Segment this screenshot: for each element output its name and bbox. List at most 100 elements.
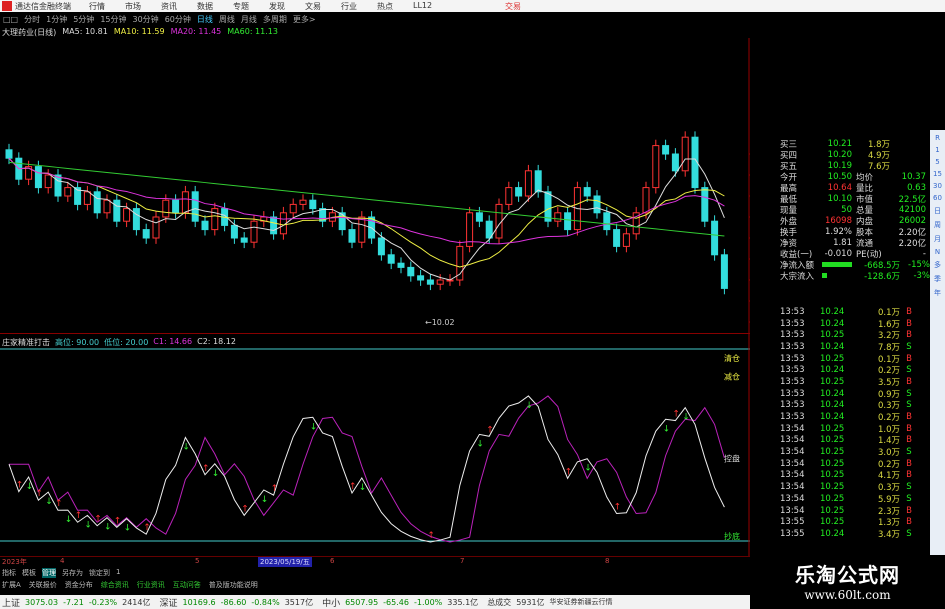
menu-item[interactable]: 行情: [89, 1, 105, 12]
menu-item[interactable]: 热点: [377, 1, 393, 12]
tick-side: B: [906, 412, 912, 423]
toolbar-button[interactable]: 季: [934, 274, 941, 284]
watermark-url: www.60lt.com: [804, 588, 891, 602]
fund-flow-row: 大宗流入 -128.6万 -3%: [780, 270, 930, 282]
menu-item[interactable]: 资讯: [161, 1, 177, 12]
toolbar-button[interactable]: 日: [934, 206, 941, 216]
period-tab[interactable]: 5分钟: [73, 14, 94, 25]
period-tab[interactable]: 分时: [24, 14, 40, 25]
indicator-tab[interactable]: 锁定到: [89, 568, 110, 578]
tick-price: 10.25: [820, 470, 845, 481]
tick-row: 13:53 10.24 0.1万 B: [780, 306, 930, 318]
indicator-name: 庄家精准打击: [2, 338, 50, 347]
toolbar-button[interactable]: 月: [934, 234, 941, 244]
tick-volume: 3.0万: [877, 448, 900, 459]
date-label: 2023/05/19/五: [258, 557, 312, 567]
quote-value: 42100: [898, 204, 926, 215]
candle: [103, 199, 111, 214]
period-tab[interactable]: 30分钟: [133, 14, 159, 25]
tick-volume: 3.2万: [877, 331, 900, 342]
indicator-tab[interactable]: 模板: [22, 568, 36, 578]
sell-arrow-icon: ↓: [359, 483, 367, 493]
candle: [701, 187, 709, 222]
sell-arrow-icon: ↓: [124, 524, 132, 534]
toolbar-button[interactable]: R: [935, 134, 940, 142]
period-tab[interactable]: 15分钟: [100, 14, 126, 25]
menu-item[interactable]: 数据: [197, 1, 213, 12]
period-bar: □□ 分时 1分钟 5分钟 15分钟 30分钟 60分钟 日线 周线 月线 多周期 更多>: [0, 13, 540, 25]
period-tab[interactable]: 60分钟: [165, 14, 191, 25]
indicator-tab[interactable]: 管理: [42, 568, 56, 578]
candle: [711, 220, 719, 256]
period-tab[interactable]: 月线: [241, 14, 257, 25]
tick-row: 13:54 10.25 4.1万 B: [780, 470, 930, 481]
bottom-tab[interactable]: 扩展A: [2, 580, 21, 591]
index-change: -7.21: [63, 597, 84, 607]
candle: [172, 199, 180, 214]
tick-price: 10.25: [820, 447, 845, 458]
tick-side: B: [906, 306, 912, 317]
bottom-tab[interactable]: 综合资讯: [101, 580, 129, 591]
candle: [338, 212, 346, 231]
indicator-tab[interactable]: 另存为: [62, 568, 83, 578]
tick-price: 10.24: [820, 388, 845, 399]
tick-time: 13:53: [780, 306, 805, 317]
toolbar-button[interactable]: 60: [933, 194, 942, 202]
tick-list[interactable]: 13:53 10.24 0.1万 B 13:53 10.24 1.6万 B 13:53 10.25…: [780, 306, 930, 540]
toolbar-button[interactable]: 1: [935, 146, 939, 154]
stock-name: 大理药业(日线): [2, 28, 57, 37]
candle: [132, 208, 140, 231]
menu-item[interactable]: 专题: [233, 1, 249, 12]
toolbar-button[interactable]: 15: [933, 170, 942, 178]
period-tab[interactable]: 周线: [219, 14, 235, 25]
toolbar-button[interactable]: N: [935, 248, 940, 256]
bottom-tab[interactable]: 普及版功能说明: [209, 580, 258, 591]
menu-item[interactable]: 行业: [341, 1, 357, 12]
period-tab[interactable]: 多周期: [263, 14, 287, 25]
toolbar-button[interactable]: 5: [935, 158, 939, 166]
toolbar-button[interactable]: 周: [934, 220, 941, 230]
period-tab[interactable]: □□: [3, 15, 18, 24]
candlestick-chart[interactable]: 12.0011.7511.5011.2511.0010.7510.5010.25…: [0, 38, 780, 333]
ma10-label: MA10: 11.59: [113, 27, 165, 36]
index-change: -65.46: [383, 597, 409, 607]
quote-value: 1.81: [833, 237, 852, 248]
menu-item[interactable]: 文易: [305, 1, 321, 12]
toolbar-button[interactable]: 30: [933, 182, 942, 190]
tick-row: 13:53 10.24 0.2万 S: [780, 364, 930, 376]
menu-item[interactable]: LL12: [413, 1, 432, 12]
bottom-tab[interactable]: 关联报价: [29, 580, 57, 591]
candle: [289, 203, 297, 214]
tick-side: S: [906, 482, 912, 493]
indicator-c2: C2: 18.12: [197, 337, 236, 346]
menu-item[interactable]: 市场: [125, 1, 141, 12]
bottom-tab[interactable]: 资金分布: [65, 580, 93, 591]
bottom-tab[interactable]: 行业资讯: [137, 580, 165, 591]
tick-side: B: [906, 376, 912, 387]
index-value: 3075.03: [25, 597, 59, 607]
candle: [230, 224, 238, 239]
quote-row: 最高 10.64 量比 0.63: [780, 182, 930, 194]
tick-side: S: [906, 493, 912, 504]
bottom-tab[interactable]: 互动问答: [173, 580, 201, 591]
tick-volume: 3.4万: [877, 529, 900, 540]
index-turnover: 335.1亿: [447, 597, 479, 607]
period-tab[interactable]: 日线: [197, 14, 213, 25]
tick-time: 13:54: [780, 458, 805, 469]
tick-time: 13:55: [780, 528, 805, 539]
tick-volume: 0.9万: [877, 389, 900, 400]
tick-time: 13:54: [780, 470, 805, 481]
period-tab[interactable]: 更多>: [293, 14, 316, 25]
menu-item[interactable]: 发现: [269, 1, 285, 12]
indicator-tab[interactable]: 1: [116, 568, 120, 578]
indicator-tab[interactable]: 指标: [2, 568, 16, 578]
ma60-label: MA60: 11.13: [227, 27, 278, 36]
toolbar-button[interactable]: 年: [934, 288, 941, 298]
indicator-chart[interactable]: 90.0080.0070.0060.0050.0040.0030.0020.00…: [0, 333, 780, 556]
trade-button[interactable]: 交易: [505, 1, 521, 12]
period-tab[interactable]: 1分钟: [46, 14, 67, 25]
toolbar-button[interactable]: 多: [934, 260, 941, 270]
tick-side: S: [906, 447, 912, 458]
indicator-low: 低位: 20.00: [104, 338, 149, 347]
tick-side: S: [906, 528, 912, 539]
